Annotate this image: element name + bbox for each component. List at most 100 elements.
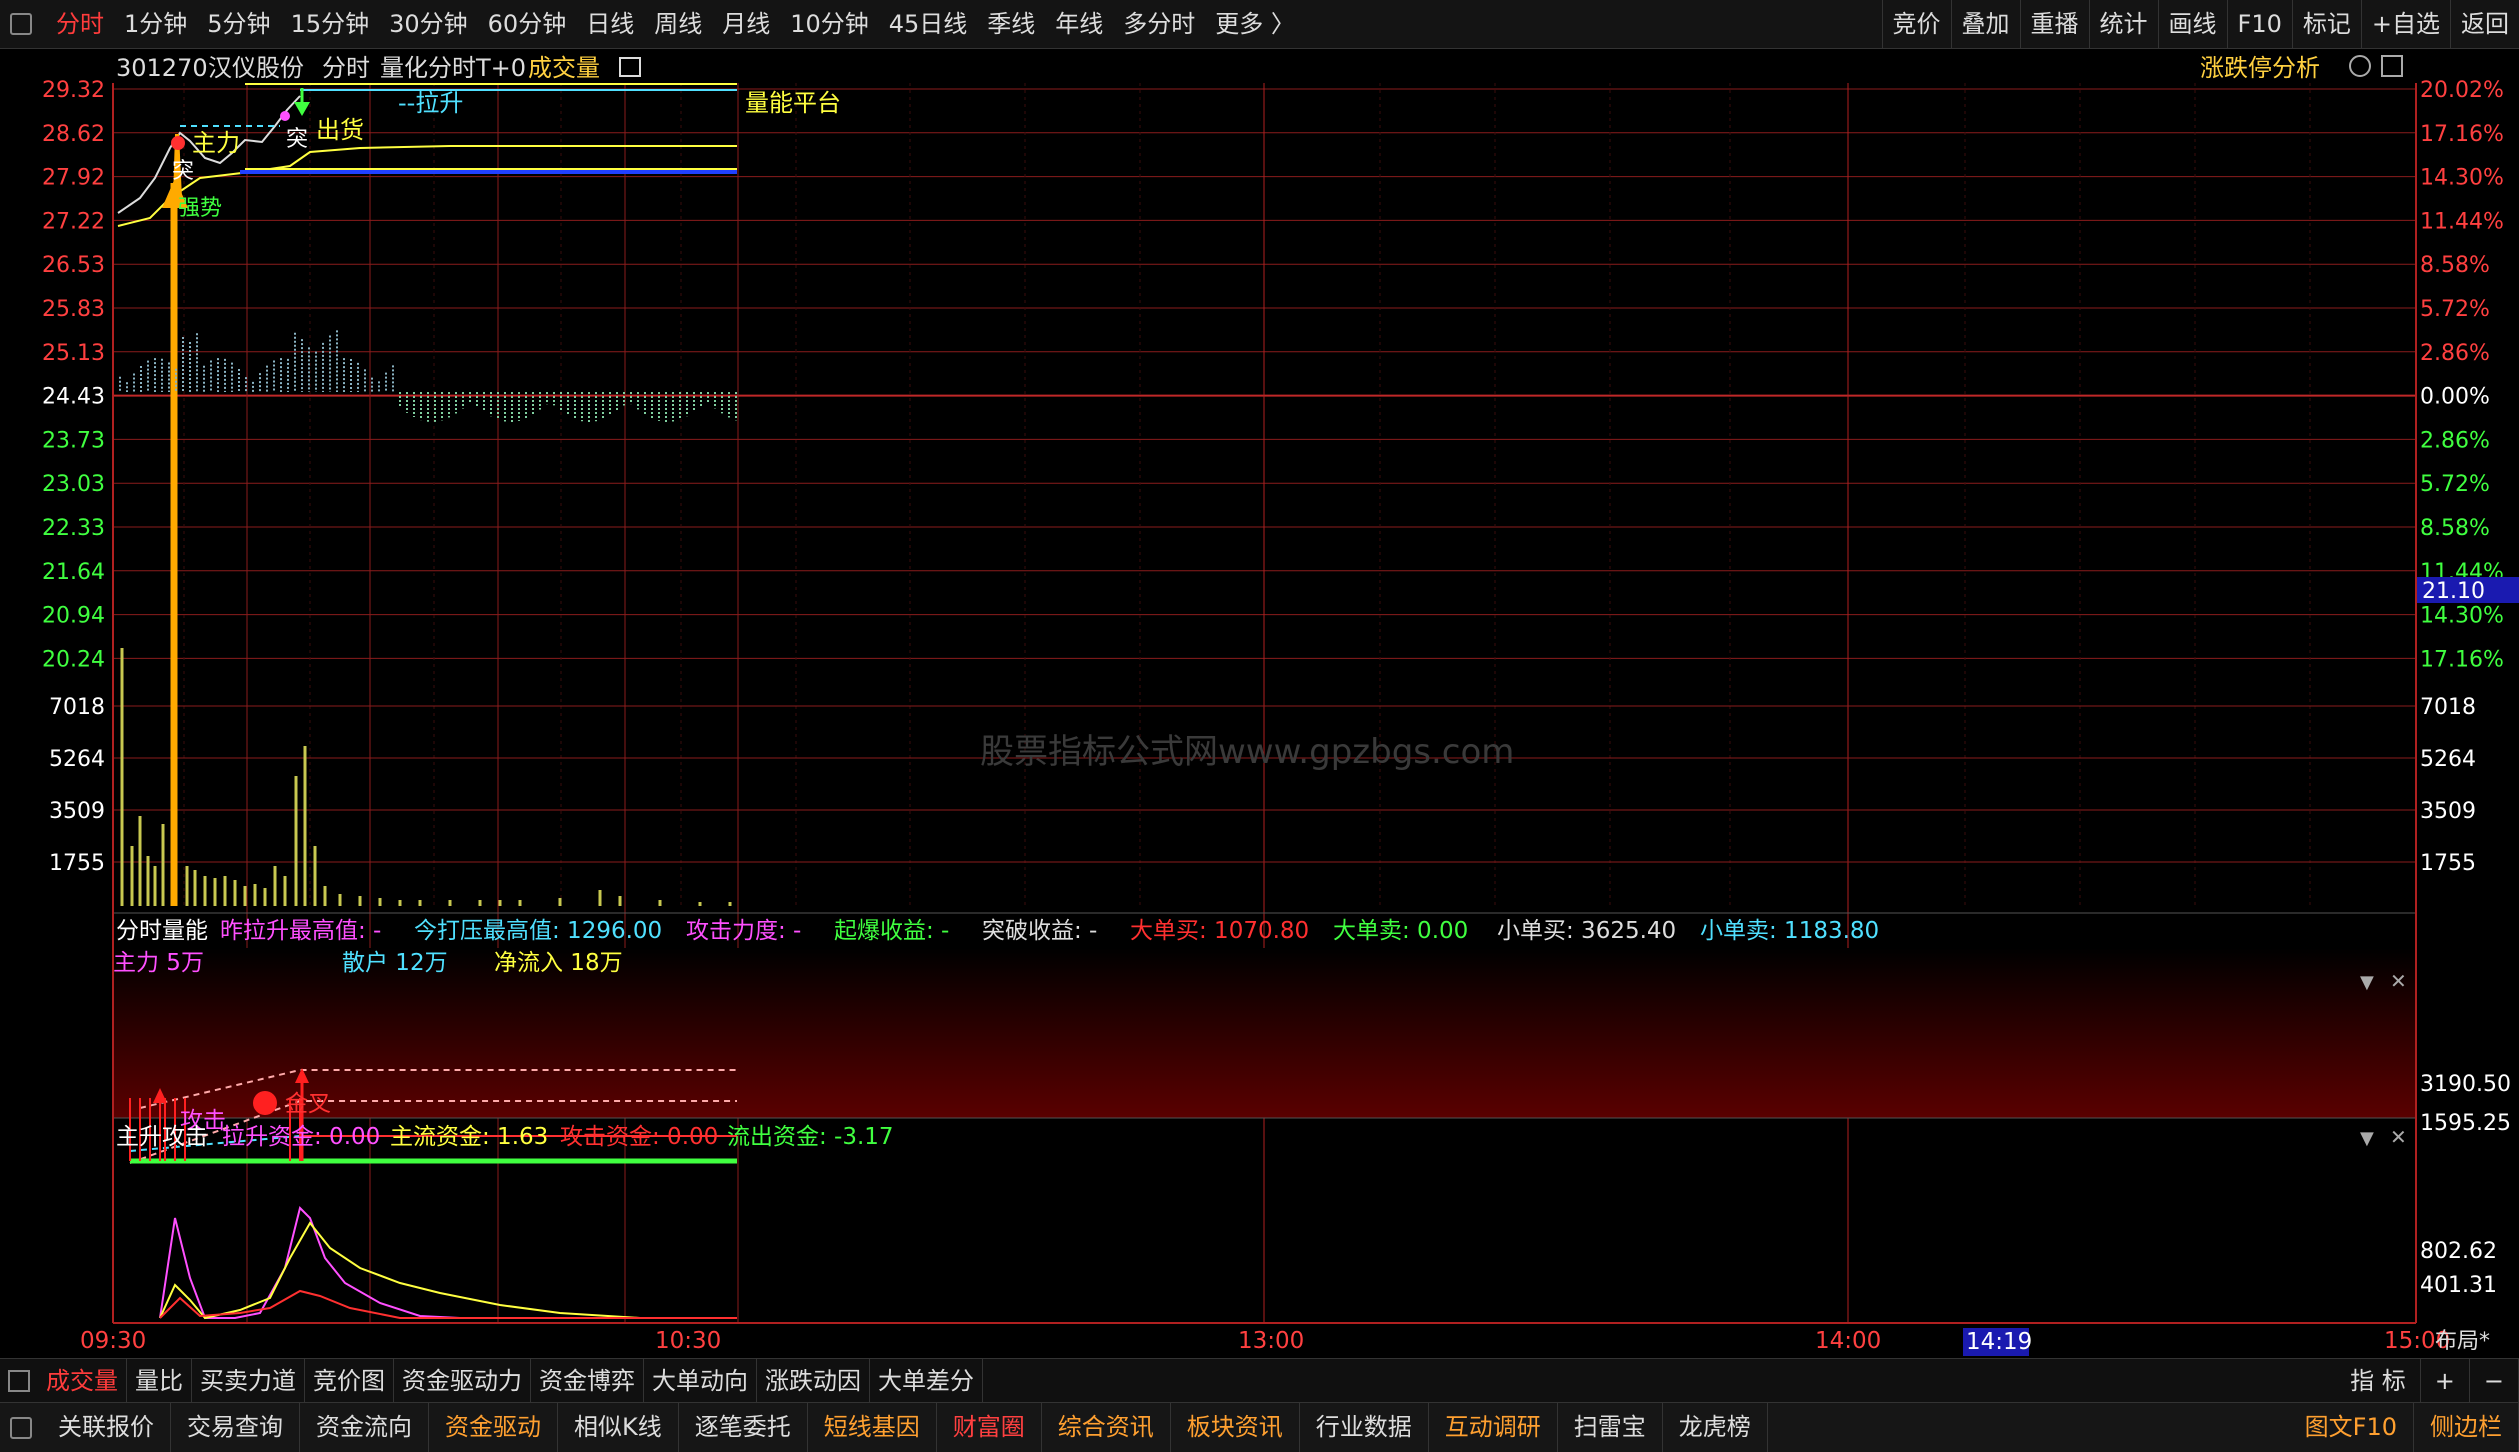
function-bar: 关联报价 交易查询 资金流向 资金驱动 相似K线 逐笔委托 短线基因 财富圈 综合资讯 板块资讯行… bbox=[0, 1402, 2519, 1452]
indicator-tab-3[interactable]: 竞价图 bbox=[305, 1359, 394, 1403]
limit-analysis-link[interactable]: 涨跌停分析 bbox=[2200, 54, 2320, 82]
time-label-0: 09:30 bbox=[80, 1328, 146, 1354]
panel1-axis-0: 3190.50 bbox=[2420, 1072, 2511, 1097]
panel1-flow-1: 散户 12万 bbox=[342, 950, 448, 976]
indicator-tool-2[interactable]: − bbox=[2470, 1359, 2519, 1403]
function-tab-5[interactable]: 逐笔委托 bbox=[679, 1403, 808, 1452]
period-tab-12[interactable]: 年线 bbox=[1045, 0, 1113, 48]
stock-name: 汉仪股份 bbox=[208, 54, 304, 82]
top-tool-8[interactable]: 返回 bbox=[2450, 0, 2519, 48]
function-tab-8[interactable]: 综合资讯 bbox=[1042, 1403, 1171, 1452]
pct-tick-3: 11.44% bbox=[2420, 209, 2504, 234]
pct-tick-9: 5.72% bbox=[2420, 472, 2490, 497]
top-tool-0[interactable]: 竞价 bbox=[1881, 0, 1951, 48]
intraday-chart[interactable]: 301270 汉仪股份 分时 量化分时T+0 成交量 涨跌停分析 29.32 20.02% 28… bbox=[0, 48, 2519, 1358]
function-tab-6[interactable]: 短线基因 bbox=[808, 1403, 937, 1452]
period-tab-1[interactable]: 1分钟 bbox=[114, 0, 197, 48]
function-tab-7[interactable]: 财富圈 bbox=[937, 1403, 1042, 1452]
function-tab-12[interactable]: 扫雷宝 bbox=[1558, 1403, 1663, 1452]
top-tool-5[interactable]: F10 bbox=[2226, 0, 2292, 48]
period-tab-0[interactable]: 分时 bbox=[46, 0, 114, 48]
function-tab-9[interactable]: 板块资讯 bbox=[1171, 1403, 1300, 1452]
panel2-title: 主升攻击 bbox=[116, 1124, 208, 1150]
function-tab-4[interactable]: 相似K线 bbox=[558, 1403, 679, 1452]
layout-button[interactable]: 布局* bbox=[2435, 1329, 2490, 1354]
zoom-icon[interactable] bbox=[2349, 55, 2371, 77]
price-tick-9: 23.03 bbox=[42, 472, 105, 497]
function-right-0[interactable]: 图文F10 bbox=[2289, 1403, 2414, 1452]
indicator-tab-7[interactable]: 涨跌动因 bbox=[757, 1359, 870, 1403]
function-tab-0[interactable]: 关联报价 bbox=[42, 1403, 171, 1452]
function-tab-1[interactable]: 交易查询 bbox=[171, 1403, 300, 1452]
indicator-tab-8[interactable]: 大单差分 bbox=[870, 1359, 983, 1403]
indicator-tab-4[interactable]: 资金驱动力 bbox=[394, 1359, 531, 1403]
price-tick-7: 24.43 bbox=[42, 385, 105, 410]
function-tab-3[interactable]: 资金驱动 bbox=[429, 1403, 558, 1452]
stock-code: 301270 bbox=[116, 54, 208, 82]
indicator-tab-1[interactable]: 量比 bbox=[127, 1359, 192, 1403]
top-tool-1[interactable]: 叠加 bbox=[1950, 0, 2020, 48]
chart-mode: 分时 bbox=[322, 54, 370, 82]
pct-tick-4: 8.58% bbox=[2420, 253, 2490, 278]
pct-tick-12: 14.30% bbox=[2420, 604, 2504, 629]
period-tab-3[interactable]: 15分钟 bbox=[281, 0, 380, 48]
indicator-tab-0[interactable]: 成交量 bbox=[38, 1359, 127, 1403]
top-tool-6[interactable]: 标记 bbox=[2291, 0, 2361, 48]
vol-tick-r-1: 5264 bbox=[2420, 747, 2476, 772]
indicator-name: 量化分时T+0 bbox=[380, 54, 526, 82]
period-tab-4[interactable]: 30分钟 bbox=[379, 0, 478, 48]
time-label-3: 14:00 bbox=[1815, 1328, 1881, 1354]
indicator-tab-2[interactable]: 买卖力道 bbox=[192, 1359, 305, 1403]
period-tab-8[interactable]: 月线 bbox=[712, 0, 780, 48]
period-tab-11[interactable]: 季线 bbox=[977, 0, 1045, 48]
chart-header: 301270 汉仪股份 分时 量化分时T+0 成交量 涨跌停分析 bbox=[116, 54, 2403, 82]
tupo-label-2: 突 bbox=[172, 159, 194, 184]
period-tab-9[interactable]: 10分钟 bbox=[780, 0, 879, 48]
top-period-bar: 分时 1分钟 5分钟 15分钟 30分钟 60分钟 日线 周线 月线 10分钟 45日线 季线 年线 多分… bbox=[0, 0, 2519, 49]
period-tab-5[interactable]: 60分钟 bbox=[478, 0, 577, 48]
panel1-close-icon[interactable]: ✕ bbox=[2390, 969, 2407, 993]
volume-label[interactable]: 成交量 bbox=[528, 54, 600, 82]
panel2-stat-0: 拉升资金: 0.00 bbox=[222, 1124, 380, 1150]
panel-toggle-icon[interactable] bbox=[2381, 55, 2403, 77]
price-tick-4: 26.53 bbox=[42, 253, 105, 278]
camera-icon[interactable] bbox=[619, 57, 641, 77]
period-tab-2[interactable]: 5分钟 bbox=[197, 0, 280, 48]
menu-square-icon[interactable] bbox=[8, 1370, 30, 1392]
current-price: 21.10 bbox=[2422, 579, 2485, 604]
function-right-1[interactable]: 侧边栏 bbox=[2414, 1403, 2519, 1452]
panel1-collapse-icon[interactable]: ▼ bbox=[2360, 972, 2374, 993]
vol-tick-r-3: 1755 bbox=[2420, 851, 2476, 876]
function-tab-2[interactable]: 资金流向 bbox=[300, 1403, 429, 1452]
period-tab-14[interactable]: 更多 〉 bbox=[1205, 0, 1305, 48]
vol-tick-r-0: 7018 bbox=[2420, 695, 2476, 720]
top-tool-3[interactable]: 统计 bbox=[2088, 0, 2158, 48]
panel2-collapse-icon[interactable]: ▼ bbox=[2360, 1128, 2374, 1149]
price-tick-10: 22.33 bbox=[42, 516, 105, 541]
time-axis: 09:30 10:30 13:00 14:00 15:0014:19 布局* bbox=[80, 1328, 2490, 1356]
indicator-tab-6[interactable]: 大单动向 bbox=[644, 1359, 757, 1403]
panel1-stat-1: 今打压最高值: 1296.00 bbox=[414, 918, 662, 944]
menu-square-icon[interactable] bbox=[10, 13, 32, 35]
pct-tick-0: 20.02% bbox=[2420, 78, 2504, 103]
period-tab-10[interactable]: 45日线 bbox=[879, 0, 978, 48]
period-tab-13[interactable]: 多分时 bbox=[1113, 0, 1205, 48]
watermark: 股票指标公式网www.gpzbgs.com bbox=[980, 732, 1514, 772]
function-tab-10[interactable]: 行业数据 bbox=[1300, 1403, 1429, 1452]
toggle-square-icon[interactable] bbox=[10, 1416, 32, 1439]
top-tool-4[interactable]: 画线 bbox=[2157, 0, 2227, 48]
top-tool-2[interactable]: 重播 bbox=[2019, 0, 2089, 48]
panel1-stat-5: 大单买: 1070.80 bbox=[1130, 918, 1309, 944]
indicator-tool-1[interactable]: + bbox=[2421, 1359, 2470, 1403]
panel2-close-icon[interactable]: ✕ bbox=[2390, 1125, 2407, 1149]
top-tool-7[interactable]: +自选 bbox=[2360, 0, 2450, 48]
function-tab-11[interactable]: 互动调研 bbox=[1429, 1403, 1558, 1452]
period-tab-7[interactable]: 周线 bbox=[644, 0, 712, 48]
panel1-stat-2: 攻击力度: - bbox=[686, 918, 801, 944]
period-tab-6[interactable]: 日线 bbox=[576, 0, 644, 48]
time-label-2: 13:00 bbox=[1238, 1328, 1304, 1354]
top-right-tools: 竞价 叠加 重播 统计 画线 F10 标记 +自选 返回 bbox=[1881, 0, 2519, 48]
indicator-tab-5[interactable]: 资金博弈 bbox=[531, 1359, 644, 1403]
indicator-tool-0[interactable]: 指 标 bbox=[2336, 1359, 2421, 1403]
function-tab-13[interactable]: 龙虎榜 bbox=[1663, 1403, 1768, 1452]
